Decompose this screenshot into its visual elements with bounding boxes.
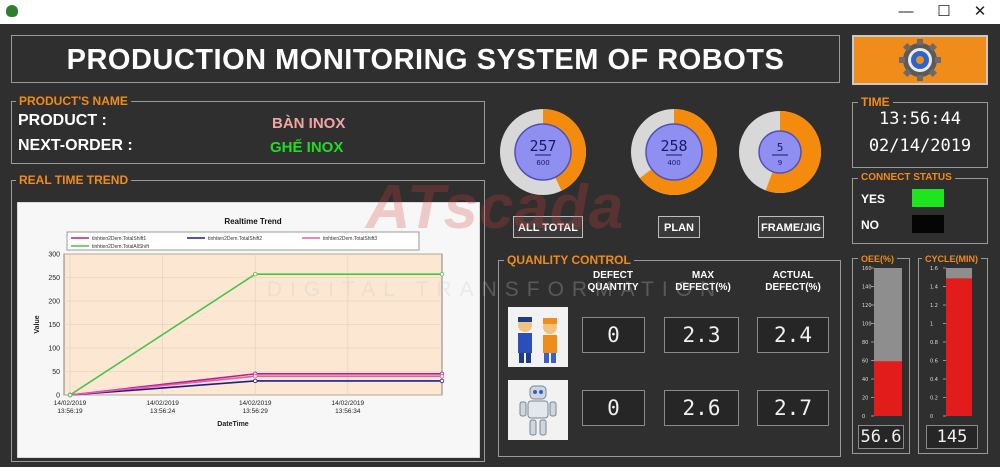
level-bars: 160 140 120 100 80 60 40 20 0 1.6 1.4 1.2 1 0.8 0.6 0.4… (862, 266, 972, 420)
cycle-scale-label: 1.2 (930, 303, 938, 309)
actual-defect-header: ACTUAL DEFECT(%) (765, 270, 821, 293)
cycle-readout: 145 (926, 425, 978, 449)
y-tick-label: 0 (56, 393, 60, 400)
app-icon (6, 5, 18, 17)
no-indicator (912, 215, 944, 233)
frame-jig-button[interactable]: FRAME/JIG (758, 216, 824, 238)
oee-scale-label: 160 (862, 266, 872, 272)
watermark-tagline: DIGITAL TRANSFORMATION (266, 278, 724, 301)
gauge-value-0: 257 (529, 137, 556, 155)
actual-defect-row2: 2.7 (757, 390, 829, 426)
series-point (253, 272, 258, 277)
cycle-scale-label: 1.6 (930, 266, 938, 272)
oee-scale-label: 120 (862, 303, 872, 309)
defect-qty-row2: 0 (582, 390, 645, 426)
yes-indicator (912, 189, 944, 207)
defect-qty-row1: 0 (582, 317, 645, 353)
x-tick-time: 13:56:29 (243, 408, 269, 415)
oee-scale-label: 20 (862, 396, 868, 402)
cycle-scale-label: 0 (930, 414, 933, 420)
trend-legend: REAL TIME TREND (16, 174, 132, 186)
gauge-max-0: 600 (536, 159, 549, 167)
y-tick-label: 300 (48, 252, 60, 259)
yes-label: YES (861, 192, 886, 206)
close-button[interactable]: ✕ (962, 0, 998, 24)
y-tick-label: 100 (48, 346, 60, 353)
series-point (439, 378, 445, 384)
x-tick-date: 14/02/2019 (239, 400, 272, 407)
series-point (439, 272, 445, 277)
max-defect-row2: 2.6 (664, 390, 739, 426)
series-point (253, 378, 258, 384)
no-label: NO (861, 218, 879, 232)
series-point (67, 392, 73, 398)
window-titlebar: — ☐ ✕ (0, 0, 1000, 24)
connect-legend: CONNECT STATUS (858, 172, 955, 184)
y-tick-label: 250 (48, 275, 60, 282)
y-axis-label: Value (34, 315, 41, 333)
robot-icon (508, 380, 568, 440)
oee-scale-label: 60 (862, 359, 868, 365)
gauge-max-1: 400 (667, 159, 680, 167)
actual-defect-row1: 2.4 (757, 317, 829, 353)
quality-legend: QUANLITY CONTROL (504, 254, 634, 266)
max-defect-row1: 2.3 (664, 317, 739, 353)
cycle-scale-label: 0.8 (930, 340, 938, 346)
oee-scale-label: 100 (862, 322, 872, 328)
oee-scale-label: 140 (862, 285, 872, 291)
legend-label: tinhtien2Dem.TotalAllShift (92, 244, 150, 250)
maximize-button[interactable]: ☐ (926, 0, 962, 24)
cycle-scale-label: 0.2 (930, 396, 938, 402)
cycle-scale-label: 1 (930, 322, 933, 328)
next-order-label: NEXT-ORDER : (18, 137, 133, 154)
cycle-scale-label: 0.4 (930, 377, 938, 383)
series-point (439, 373, 445, 379)
cycle-bar-fill (946, 278, 972, 416)
y-tick-label: 50 (52, 369, 60, 376)
next-order-value: GHẾ INOX (270, 139, 344, 156)
connect-panel (852, 178, 988, 244)
x-tick-time: 13:56:34 (335, 408, 361, 415)
minimize-button[interactable]: — (888, 0, 924, 24)
oee-bar-fill (874, 361, 902, 416)
product-value: BÀN INOX (272, 115, 346, 132)
gauge-value-1: 258 (660, 137, 687, 155)
x-tick-date: 14/02/2019 (332, 400, 365, 407)
series-point (253, 373, 258, 379)
y-tick-label: 200 (48, 299, 60, 306)
watermark-brand: ATscada (365, 173, 625, 242)
product-label: PRODUCT : (18, 112, 107, 129)
page-title: PRODUCTION MONITORING SYSTEM OF ROBOTS (66, 44, 785, 76)
gauge-value-2: 5 (777, 141, 784, 154)
workers-icon (508, 307, 568, 367)
cycle-scale-label: 1.4 (930, 285, 938, 291)
gear-logo-icon (899, 39, 941, 81)
cycle-scale-label: 0.6 (930, 359, 938, 365)
x-tick-time: 13:56:19 (57, 408, 83, 415)
x-tick-date: 14/02/2019 (54, 400, 87, 407)
oee-readout: 56.6 (858, 425, 904, 449)
product-legend: PRODUCT'S NAME (16, 95, 131, 107)
oee-scale-label: 40 (862, 377, 868, 383)
title-panel: PRODUCTION MONITORING SYSTEM OF ROBOTS (11, 35, 840, 83)
y-tick-label: 150 (48, 322, 60, 329)
x-axis-label: DateTime (217, 421, 248, 428)
logo-panel (852, 35, 988, 85)
dashboard: PRODUCTION MONITORING SYSTEM OF ROBOTS P… (0, 24, 1000, 467)
oee-scale-label: 0 (862, 414, 865, 420)
x-tick-time: 13:56:24 (150, 408, 176, 415)
x-tick-date: 14/02/2019 (146, 400, 179, 407)
oee-scale-label: 80 (862, 340, 868, 346)
legend-label: tinhtien2Dem.TotalShift1 (92, 236, 146, 242)
time-legend: TIME (858, 96, 893, 108)
gauge-max-2: 9 (778, 159, 782, 167)
date-readout: 02/14/2019 (868, 136, 972, 156)
clock-readout: 13:56:44 (879, 109, 961, 129)
